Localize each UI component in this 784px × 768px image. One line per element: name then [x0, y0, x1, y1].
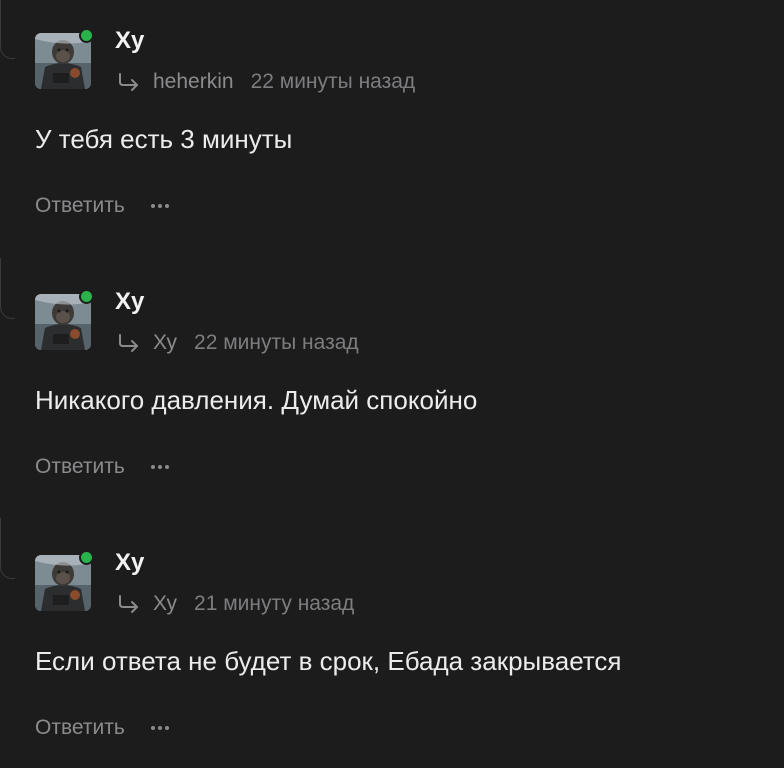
thread-line [0, 518, 15, 579]
comment-meta: Ху 21 минуту назад [117, 592, 354, 616]
comment-actions: Ответить [35, 455, 169, 479]
reply-arrow-icon [119, 73, 138, 91]
comment-text: Если ответа не будет в срок, Ебада закры… [35, 646, 622, 676]
comment-text: У тебя есть 3 минуты [35, 124, 293, 154]
avatar-container [35, 28, 94, 89]
thread-line [0, 0, 15, 59]
more-dots-icon[interactable] [150, 196, 169, 216]
online-status-icon [79, 289, 94, 304]
comment-meta: Ху 22 минуты назад [117, 331, 359, 355]
comment-meta: heherkin 22 минуты назад [117, 70, 415, 94]
comment-timestamp[interactable]: 21 минуту назад [194, 592, 354, 616]
comment-text: Никакого давления. Думай спокойно [35, 385, 478, 415]
comment-actions: Ответить [35, 716, 169, 740]
online-status-icon [79, 550, 94, 565]
comment: Ху heherkin 22 минуты назад У тебя есть … [35, 27, 775, 283]
author-name[interactable]: Ху [115, 27, 145, 55]
more-dots-icon[interactable] [150, 718, 169, 738]
reply-to-user[interactable]: Ху [153, 331, 177, 355]
comment: Ху Ху 22 минуты назад Никакого давления.… [35, 288, 775, 544]
comment-actions: Ответить [35, 194, 169, 218]
avatar-container [35, 550, 94, 611]
reply-button[interactable]: Ответить [35, 716, 125, 740]
online-status-icon [79, 28, 94, 43]
thread-line [0, 258, 15, 319]
comment-timestamp[interactable]: 22 минуты назад [194, 331, 359, 355]
reply-button[interactable]: Ответить [35, 455, 125, 479]
more-dots-icon[interactable] [150, 457, 169, 477]
reply-arrow-icon [119, 334, 138, 352]
author-name[interactable]: Ху [115, 549, 145, 577]
author-name[interactable]: Ху [115, 288, 145, 316]
reply-button[interactable]: Ответить [35, 194, 125, 218]
comment-timestamp[interactable]: 22 минуты назад [251, 70, 416, 94]
reply-to-user[interactable]: heherkin [153, 70, 234, 94]
avatar-container [35, 289, 94, 350]
reply-to-user[interactable]: Ху [153, 592, 177, 616]
comment: Ху Ху 21 минуту назад Если ответа не буд… [35, 549, 775, 768]
reply-arrow-icon [119, 595, 138, 613]
